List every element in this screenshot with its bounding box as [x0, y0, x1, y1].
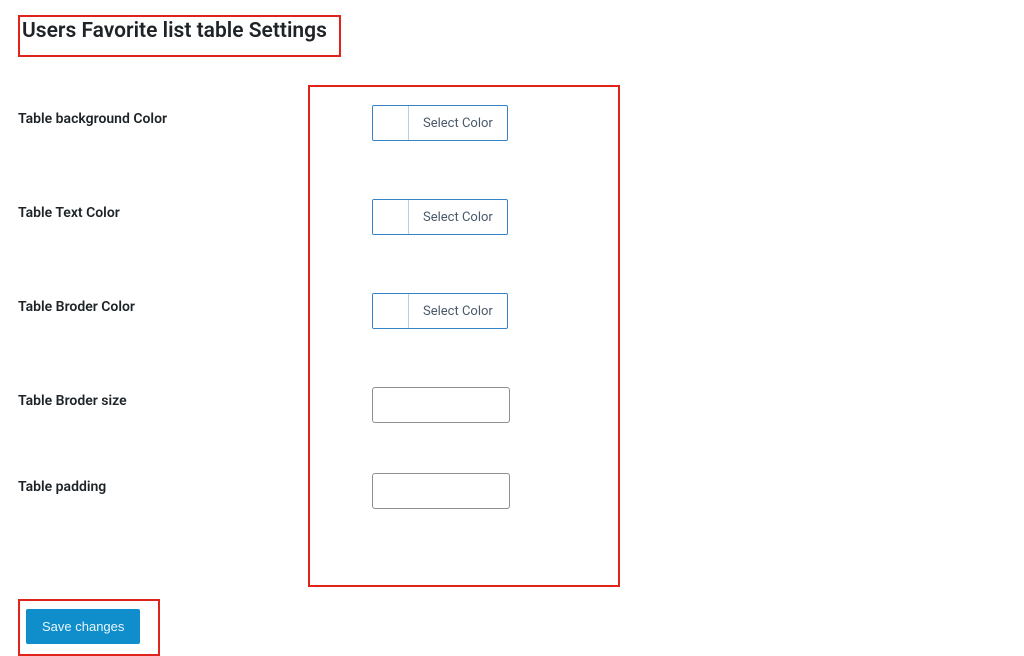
bg-color-picker-label: Select Color: [409, 106, 507, 140]
label-table-padding: Table padding: [18, 471, 308, 557]
color-swatch-icon: [373, 294, 409, 328]
page-title: Users Favorite list table Settings: [22, 19, 327, 49]
border-color-picker-label: Select Color: [409, 294, 507, 328]
label-table-bg-color: Table background Color: [18, 103, 308, 197]
text-color-picker-label: Select Color: [409, 200, 507, 234]
label-table-text-color: Table Text Color: [18, 197, 308, 291]
label-table-border-size: Table Broder size: [18, 385, 308, 471]
label-table-border-color: Table Broder Color: [18, 291, 308, 385]
controls-panel: Select Color Select Color Select Color: [308, 85, 620, 587]
color-swatch-icon: [373, 200, 409, 234]
border-color-picker[interactable]: Select Color: [372, 293, 508, 329]
bg-color-picker[interactable]: Select Color: [372, 105, 508, 141]
settings-form: Table background Color Table Text Color …: [18, 85, 1006, 587]
labels-column: Table background Color Table Text Color …: [18, 85, 308, 557]
text-color-picker[interactable]: Select Color: [372, 199, 508, 235]
border-size-input[interactable]: [372, 387, 510, 423]
color-swatch-icon: [373, 106, 409, 140]
save-button[interactable]: Save changes: [26, 609, 140, 644]
padding-input[interactable]: [372, 473, 510, 509]
